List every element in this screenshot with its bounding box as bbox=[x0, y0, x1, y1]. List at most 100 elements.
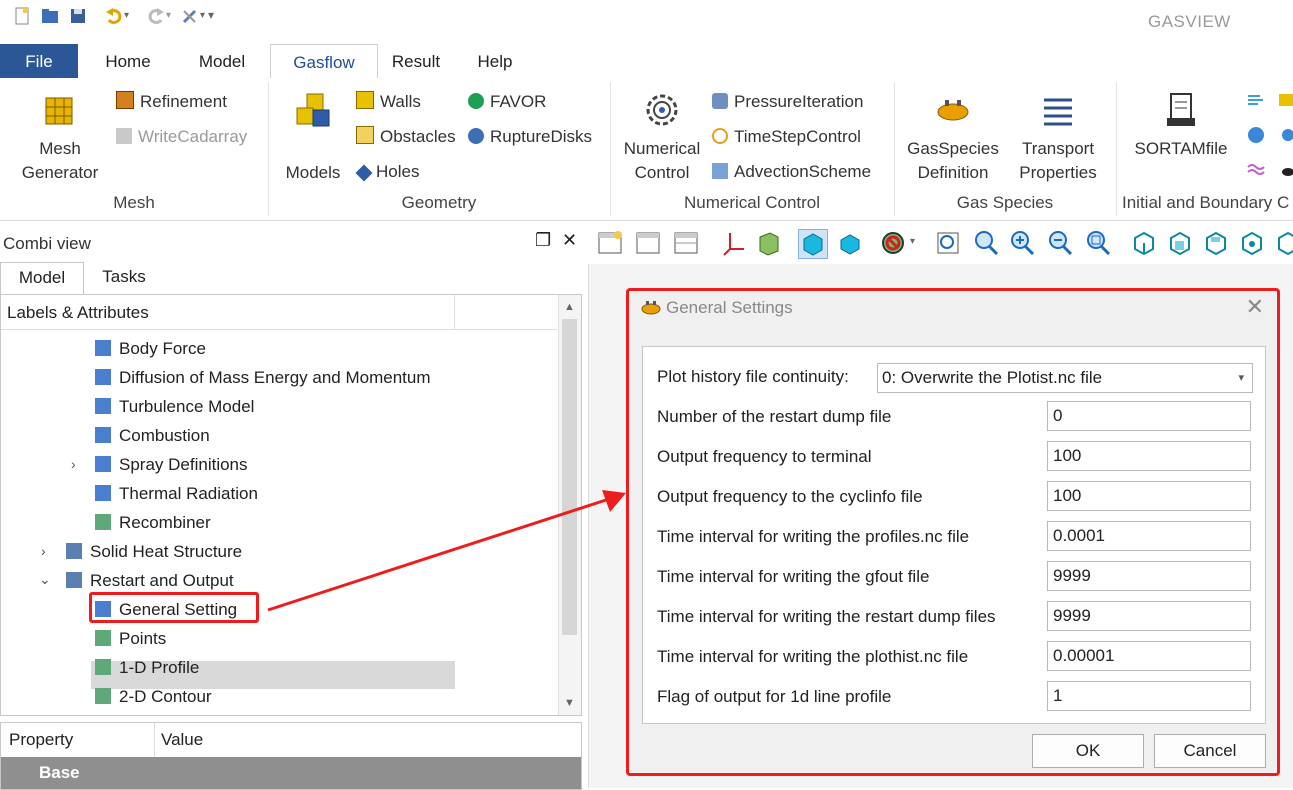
tree-item-thermal-radiation[interactable]: Thermal Radiation bbox=[95, 480, 258, 508]
axes-icon[interactable] bbox=[720, 229, 748, 257]
tree-item-solid-heat-structure[interactable]: Solid Heat Structure bbox=[66, 538, 242, 566]
tree-item-2d-contour[interactable]: 2-D Contour bbox=[95, 683, 212, 711]
transport-properties-button[interactable]: Transport Properties bbox=[1010, 90, 1106, 185]
tab-tasks[interactable]: Tasks bbox=[86, 262, 162, 292]
new-view-icon[interactable] bbox=[596, 229, 624, 257]
zoom-out-icon[interactable] bbox=[1046, 229, 1074, 257]
tree-item-combustion[interactable]: Combustion bbox=[95, 422, 210, 450]
tab-file[interactable]: File bbox=[0, 44, 78, 78]
tab-result[interactable]: Result bbox=[380, 44, 452, 78]
favor-button[interactable]: FAVOR bbox=[468, 90, 546, 114]
document-stack-icon bbox=[1167, 93, 1195, 126]
gear-icon bbox=[646, 94, 678, 126]
tree-item-restart-and-output[interactable]: Restart and Output bbox=[66, 567, 234, 595]
tree-item-recombiner[interactable]: Recombiner bbox=[95, 509, 211, 537]
globe-icon[interactable] bbox=[1246, 125, 1266, 145]
models-button[interactable]: Models bbox=[278, 90, 348, 185]
scroll-down-icon[interactable]: ▼ bbox=[564, 697, 575, 709]
refinement-button[interactable]: Refinement bbox=[116, 90, 227, 114]
mesh-generator-button[interactable]: Mesh Generator bbox=[10, 90, 110, 185]
tree-item-body-force[interactable]: Body Force bbox=[95, 335, 206, 363]
timestep-control-button[interactable]: TimeStepControl bbox=[712, 125, 861, 149]
attribute-list-icon bbox=[95, 427, 111, 443]
folder-icon bbox=[66, 572, 82, 588]
dialog-highlight-outline bbox=[626, 288, 1280, 776]
undo-icon[interactable] bbox=[104, 6, 124, 26]
redo-dropdown-icon[interactable]: ▾ bbox=[166, 10, 171, 21]
app-title: GASVIEW bbox=[1148, 12, 1231, 31]
collapse-arrow-icon[interactable]: ⌄ bbox=[39, 571, 51, 588]
zoom-icon[interactable] bbox=[972, 229, 1000, 257]
tree-header-label: Labels & Attributes bbox=[7, 303, 149, 322]
group-separator bbox=[1116, 82, 1117, 216]
pressure-iteration-button[interactable]: PressureIteration bbox=[712, 90, 863, 114]
walls-button[interactable]: Walls bbox=[356, 90, 421, 114]
tab-model[interactable]: Model bbox=[182, 44, 262, 78]
wind-icon[interactable] bbox=[1246, 90, 1266, 110]
tree-item-spray-definitions[interactable]: Spray Definitions bbox=[95, 451, 248, 479]
restore-window-icon[interactable]: ❐ bbox=[535, 230, 551, 251]
flat-cube-icon[interactable] bbox=[836, 229, 864, 257]
sortamfile-label: SORTAMfile bbox=[1134, 139, 1228, 158]
save-icon[interactable] bbox=[68, 6, 88, 26]
property-group-base[interactable]: Base bbox=[1, 757, 581, 789]
circle-icon[interactable] bbox=[1278, 125, 1293, 145]
gasspecies-definition-button[interactable]: GasSpecies Definition bbox=[900, 90, 1006, 185]
window-split-icon[interactable] bbox=[672, 229, 700, 257]
expand-arrow-icon[interactable]: › bbox=[41, 543, 46, 559]
tab-help[interactable]: Help bbox=[464, 44, 526, 78]
open-folder-icon[interactable] bbox=[40, 6, 60, 26]
ring-icon[interactable] bbox=[1278, 160, 1293, 180]
solid-cube-icon[interactable] bbox=[798, 229, 828, 259]
table-icon bbox=[95, 688, 111, 704]
rupture-disks-button[interactable]: RuptureDisks bbox=[468, 125, 592, 149]
table-icon bbox=[95, 630, 111, 646]
mesh-cube-icon bbox=[45, 97, 73, 125]
waves-icon[interactable] bbox=[1246, 160, 1266, 180]
scrollbar-thumb[interactable] bbox=[562, 319, 577, 635]
holes-button[interactable]: Holes bbox=[355, 160, 419, 184]
customize-quick-access-icon[interactable]: ▾ bbox=[208, 8, 214, 22]
new-file-icon[interactable] bbox=[12, 6, 32, 26]
window-icon[interactable] bbox=[634, 229, 662, 257]
tab-gasflow[interactable]: Gasflow bbox=[270, 44, 378, 80]
mesh-generator-label-1: Mesh bbox=[39, 139, 81, 158]
tab-model-view[interactable]: Model bbox=[0, 262, 84, 295]
view-rear-icon[interactable] bbox=[1274, 229, 1293, 257]
fit-selection-icon[interactable] bbox=[934, 229, 962, 257]
cube-wireframe-icon[interactable] bbox=[754, 229, 782, 257]
layers-icon[interactable] bbox=[1278, 90, 1293, 110]
no-entry-icon[interactable] bbox=[880, 229, 908, 257]
gas-cylinder-icon bbox=[937, 100, 969, 121]
zoom-in-icon[interactable] bbox=[1008, 229, 1036, 257]
tree-item-points[interactable]: Points bbox=[95, 625, 166, 653]
view-right-icon[interactable] bbox=[1238, 229, 1266, 257]
tree-scrollbar[interactable]: ▲ ▼ bbox=[558, 295, 581, 715]
redo-icon[interactable] bbox=[146, 6, 166, 26]
view-top-icon[interactable] bbox=[1202, 229, 1230, 257]
expand-arrow-icon[interactable]: › bbox=[71, 456, 76, 472]
numerical-control-button[interactable]: Numerical Control bbox=[616, 90, 708, 185]
tree-item-diffusion[interactable]: Diffusion of Mass Energy and Momentum bbox=[95, 364, 431, 392]
tools-dropdown-icon[interactable]: ▾ bbox=[200, 10, 205, 21]
obstacles-button[interactable]: Obstacles bbox=[356, 125, 456, 149]
holes-icon bbox=[355, 164, 373, 182]
zoom-box-icon[interactable] bbox=[1084, 229, 1112, 257]
tools-icon[interactable] bbox=[180, 6, 200, 26]
undo-dropdown-icon[interactable]: ▾ bbox=[124, 10, 129, 21]
advection-scheme-button[interactable]: AdvectionScheme bbox=[712, 160, 871, 184]
view-dropdown-icon[interactable]: ▾ bbox=[910, 236, 915, 247]
sortamfile-button[interactable]: SORTAMfile bbox=[1126, 90, 1236, 161]
view-front-icon[interactable] bbox=[1166, 229, 1194, 257]
attribute-list-icon bbox=[95, 456, 111, 472]
walls-icon bbox=[356, 91, 374, 109]
group-label-initial-boundary: Initial and Boundary C bbox=[1122, 193, 1290, 212]
tab-home[interactable]: Home bbox=[90, 44, 166, 78]
scroll-up-icon[interactable]: ▲ bbox=[564, 301, 575, 313]
tree-item-1d-profile[interactable]: 1-D Profile bbox=[95, 654, 199, 682]
writecadarray-button[interactable]: WriteCadarray bbox=[116, 125, 247, 149]
close-icon[interactable]: ✕ bbox=[562, 230, 577, 251]
view-isometric-icon[interactable] bbox=[1130, 229, 1158, 257]
attribute-list-icon bbox=[95, 398, 111, 414]
tree-item-turbulence-model[interactable]: Turbulence Model bbox=[95, 393, 254, 421]
